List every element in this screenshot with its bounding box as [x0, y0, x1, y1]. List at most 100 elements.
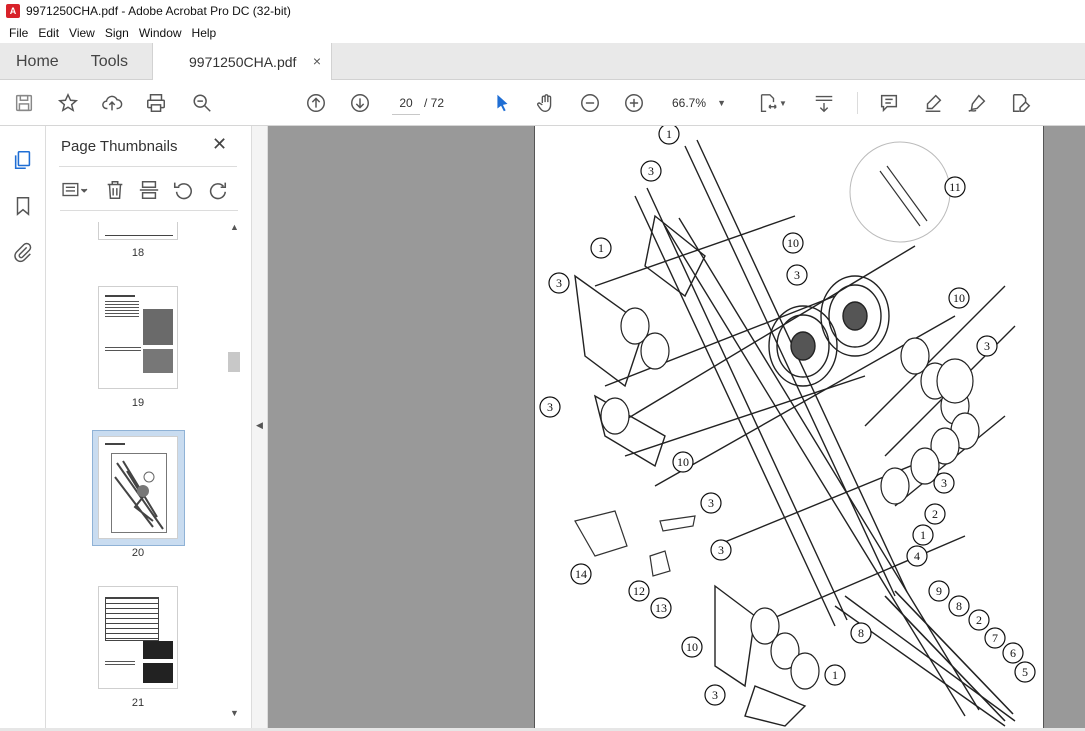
menu-window[interactable]: Window	[134, 26, 187, 40]
thumbnail-scrollbar[interactable]: ▲ ▼	[227, 222, 241, 722]
exploded-parts-diagram: 131 10331110331033214143121398276581013	[539, 126, 1036, 727]
pdf-page: 1 3 1 10 3 3 11 10 3 3 10 3 3 2 1 4 14 3 12 13 9 8 2 7 6 5 8 10 1 3	[534, 126, 1044, 731]
panel-title: Page Thumbnails	[61, 138, 178, 155]
window-title: 9971250CHA.pdf - Adobe Acrobat Pro DC (3…	[26, 4, 291, 18]
print-icon[interactable]	[144, 91, 168, 115]
upload-cloud-icon[interactable]	[100, 91, 124, 115]
delete-icon[interactable]	[104, 178, 126, 202]
previous-page-icon[interactable]	[304, 91, 328, 115]
page-total-label: / 72	[424, 96, 445, 110]
menu-help[interactable]: Help	[187, 26, 222, 40]
page-thumbnail-20[interactable]	[98, 436, 178, 539]
highlight-pen-icon[interactable]	[921, 91, 945, 115]
callout-label: 3	[547, 400, 553, 414]
callout-label: 7	[992, 631, 998, 645]
hand-tool-icon[interactable]	[534, 91, 558, 115]
callout-label: 9	[936, 584, 942, 598]
thumbnail-label-19: 19	[131, 397, 145, 409]
callout-label: 3	[984, 339, 990, 353]
zoom-in-icon[interactable]	[622, 91, 646, 115]
thumbnail-label-21: 21	[131, 697, 145, 709]
thumbnail-label-20: 20	[131, 547, 145, 559]
navigation-rail	[0, 126, 46, 731]
page-fit-icon[interactable]	[756, 91, 780, 115]
page-thumbnails-panel: Page Thumbnails ✕ 18 19 20 21 ▲ ▼	[46, 126, 251, 731]
rotate-right-icon[interactable]	[206, 178, 228, 202]
comment-icon[interactable]	[877, 91, 901, 115]
attachments-icon[interactable]	[11, 240, 35, 264]
tab-document[interactable]: 9971250CHA.pdf ×	[152, 43, 332, 81]
save-icon[interactable]	[12, 91, 36, 115]
callout-label: 6	[1010, 646, 1016, 660]
callout-label: 8	[858, 626, 864, 640]
panel-splitter[interactable]: ◀	[251, 126, 268, 731]
callout-label: 8	[956, 599, 962, 613]
callout-label: 2	[976, 613, 982, 627]
close-panel-icon[interactable]: ✕	[212, 134, 227, 155]
scroll-up-arrow-icon[interactable]: ▲	[230, 222, 239, 232]
insert-pages-icon[interactable]	[138, 178, 160, 202]
callout-label: 13	[655, 601, 667, 615]
zoom-search-icon[interactable]	[190, 91, 214, 115]
menu-sign[interactable]: Sign	[100, 26, 134, 40]
title-bar: A 9971250CHA.pdf - Adobe Acrobat Pro DC …	[0, 0, 1085, 22]
callout-label: 3	[648, 164, 654, 178]
thumbnail-toolbar-divider	[60, 210, 238, 211]
bookmarks-icon[interactable]	[11, 194, 35, 218]
callout-label: 3	[556, 276, 562, 290]
close-tab-icon[interactable]: ×	[313, 53, 321, 69]
callout-label: 10	[686, 640, 698, 654]
select-cursor-icon[interactable]	[490, 91, 514, 115]
sign-icon[interactable]	[965, 91, 989, 115]
page-thumbnail-19[interactable]	[98, 286, 178, 389]
tab-tools[interactable]: Tools	[75, 43, 144, 79]
thumbnail-label-18: 18	[131, 247, 145, 259]
thumbnail-options-icon[interactable]	[60, 178, 90, 202]
chevron-down-icon[interactable]: ▼	[778, 91, 788, 115]
acrobat-icon: A	[6, 4, 20, 18]
scrollbar-thumb[interactable]	[228, 352, 240, 372]
collapse-panel-arrow-icon[interactable]: ◀	[256, 420, 263, 431]
callout-label: 1	[832, 668, 838, 682]
callout-label: 10	[677, 455, 689, 469]
next-page-icon[interactable]	[348, 91, 372, 115]
scroll-down-arrow-icon[interactable]: ▼	[230, 708, 239, 718]
page-number-input[interactable]: 20	[392, 91, 420, 115]
toolbar: 20 / 72 66.7% ▼ ▼	[0, 80, 1085, 126]
menu-bar: File Edit View Sign Window Help	[0, 22, 1085, 43]
callout-label: 4	[914, 549, 920, 563]
callout-label: 1	[666, 127, 672, 141]
callout-label: 3	[794, 268, 800, 282]
callout-label: 3	[718, 543, 724, 557]
menu-view[interactable]: View	[64, 26, 100, 40]
callout-label: 1	[920, 528, 926, 542]
zoom-out-icon[interactable]	[578, 91, 602, 115]
page-thumbnail-21[interactable]	[98, 586, 178, 689]
callout-label: 5	[1022, 665, 1028, 679]
callout-label: 2	[932, 507, 938, 521]
callout-label: 12	[633, 584, 645, 598]
callout-label: 10	[953, 291, 965, 305]
page-thumbnail-18[interactable]	[98, 222, 178, 240]
page-thumbnails-icon[interactable]	[11, 148, 35, 172]
bookmark-star-icon[interactable]	[56, 91, 80, 115]
rotate-left-icon[interactable]	[172, 178, 194, 202]
scroll-mode-icon[interactable]	[812, 91, 836, 115]
chevron-down-icon: ▼	[717, 98, 726, 108]
edit-pdf-icon[interactable]	[1009, 91, 1033, 115]
zoom-level-select[interactable]: 66.7% ▼	[664, 91, 734, 115]
callout-label: 14	[575, 567, 587, 581]
toolbar-separator	[857, 92, 858, 114]
callout-label: 3	[708, 496, 714, 510]
document-view[interactable]: 1 3 1 10 3 3 11 10 3 3 10 3 3 2 1 4 14 3 12 13 9 8 2 7 6 5 8 10 1 3	[268, 126, 1085, 731]
panel-divider	[59, 166, 237, 167]
callout-label: 3	[712, 688, 718, 702]
document-tab-label: 9971250CHA.pdf	[189, 54, 297, 70]
zoom-level-value: 66.7%	[672, 96, 707, 110]
tab-bar: Home Tools 9971250CHA.pdf ×	[0, 43, 1085, 81]
menu-file[interactable]: File	[4, 26, 33, 40]
menu-edit[interactable]: Edit	[33, 26, 64, 40]
tab-home[interactable]: Home	[0, 43, 75, 79]
callout-label: 11	[949, 180, 961, 194]
callout-label: 3	[941, 476, 947, 490]
